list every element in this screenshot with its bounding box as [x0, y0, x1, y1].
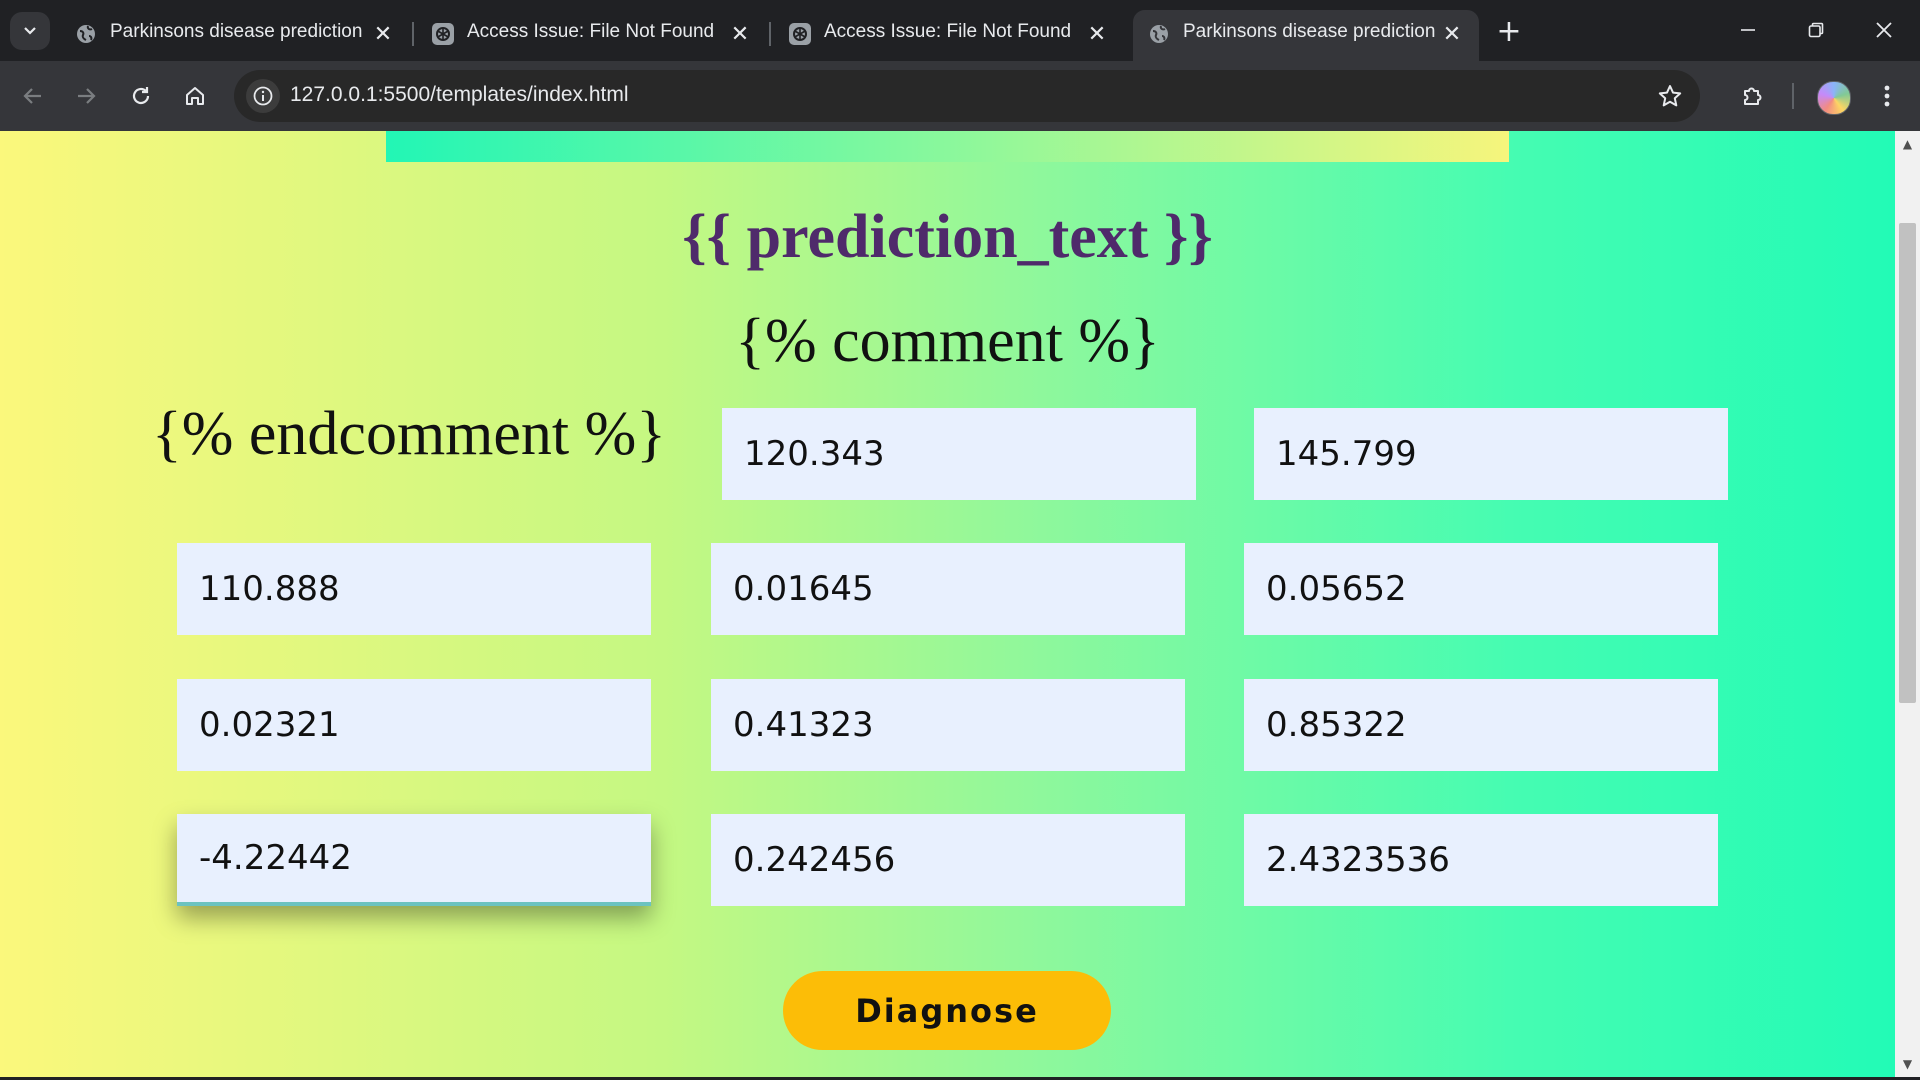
restore-button[interactable] [1788, 8, 1844, 52]
comment-close-tag: {% endcomment %} [152, 400, 667, 468]
tab-separator [769, 22, 771, 46]
page-heading-text: Parkinsons Disease Detection [386, 131, 1509, 144]
comment-open-tag: {% comment %} [735, 307, 1160, 375]
menu-button[interactable] [1868, 77, 1906, 115]
feature-input-3[interactable] [177, 543, 651, 635]
feature-input-11[interactable] [1244, 814, 1718, 906]
feature-input-5[interactable] [1244, 543, 1718, 635]
arrow-left-icon [23, 88, 41, 104]
extensions-button[interactable] [1734, 77, 1772, 115]
scroll-up-arrow[interactable]: ▲ [1895, 133, 1920, 155]
diagnose-button[interactable]: Diagnose [783, 971, 1111, 1050]
tab-title: Access Issue: File Not Found [824, 21, 1072, 42]
prediction-text: {{ prediction_text }} [682, 203, 1213, 271]
feature-input-1[interactable] [722, 408, 1196, 500]
close-icon [1876, 22, 1892, 38]
tab-search-button[interactable] [10, 12, 50, 50]
scrollbar-thumb[interactable] [1899, 223, 1916, 703]
url-text: 127.0.0.1:5500/templates/index.html [290, 83, 629, 106]
address-bar[interactable]: 127.0.0.1:5500/templates/index.html [234, 70, 1700, 122]
close-window-button[interactable] [1856, 8, 1912, 52]
feature-input-6[interactable] [177, 679, 651, 771]
arrow-right-icon [78, 88, 96, 104]
feature-input-7[interactable] [711, 679, 1185, 771]
info-icon [253, 86, 273, 106]
tab-strip: Parkinsons disease prediction ✕ Access I… [0, 0, 1920, 61]
site-info-button[interactable] [246, 79, 280, 113]
tab-parkinsons-active[interactable]: Parkinsons disease prediction ✕ [1133, 10, 1479, 61]
feature-input-2[interactable] [1254, 408, 1728, 500]
puzzle-icon [1744, 87, 1762, 105]
chevron-down-icon [24, 27, 36, 35]
page-scrollbar[interactable]: ▲ ▼ [1895, 131, 1920, 1077]
minimize-button[interactable] [1720, 8, 1776, 52]
feature-input-10[interactable] [711, 814, 1185, 906]
page-viewport: Parkinsons Disease Detection {{ predicti… [0, 131, 1895, 1077]
bookmark-star-button[interactable] [1654, 80, 1686, 112]
back-button[interactable] [14, 77, 52, 115]
feature-input-8[interactable] [1244, 679, 1718, 771]
close-icon[interactable]: ✕ [727, 21, 753, 47]
star-icon [1658, 85, 1682, 107]
tab-access-issue-2[interactable]: Access Issue: File Not Found ✕ [774, 10, 1124, 61]
chatgpt-icon [788, 22, 812, 46]
scroll-down-arrow[interactable]: ▼ [1895, 1053, 1920, 1075]
profile-avatar[interactable] [1817, 81, 1851, 115]
more-vertical-icon [1884, 85, 1890, 107]
close-icon[interactable]: ✕ [1084, 21, 1110, 47]
toolbar-divider [1792, 83, 1794, 109]
feature-input-9[interactable] [177, 814, 651, 906]
tab-title: Access Issue: File Not Found [467, 21, 715, 42]
globe-icon [1147, 22, 1171, 46]
tab-separator [412, 22, 414, 46]
globe-icon [74, 22, 98, 46]
minimize-icon [1741, 29, 1755, 31]
tab-title: Parkinsons disease prediction [1183, 21, 1436, 42]
browser-toolbar: 127.0.0.1:5500/templates/index.html [0, 61, 1920, 131]
reload-button[interactable] [122, 77, 160, 115]
feature-input-4[interactable] [711, 543, 1185, 635]
close-icon[interactable]: ✕ [1439, 21, 1465, 47]
forward-button[interactable] [67, 77, 105, 115]
home-button[interactable] [176, 77, 214, 115]
restore-icon [1808, 22, 1824, 38]
tab-parkinsons-1[interactable]: Parkinsons disease prediction ✕ [60, 10, 410, 61]
new-tab-button[interactable]: + [1492, 14, 1526, 49]
chatgpt-icon [431, 22, 455, 46]
close-icon[interactable]: ✕ [370, 21, 396, 47]
reload-icon [132, 87, 150, 105]
tab-title: Parkinsons disease prediction [110, 21, 363, 42]
tab-access-issue-1[interactable]: Access Issue: File Not Found ✕ [417, 10, 767, 61]
home-icon [186, 87, 204, 105]
page-heading: Parkinsons Disease Detection [386, 131, 1509, 162]
